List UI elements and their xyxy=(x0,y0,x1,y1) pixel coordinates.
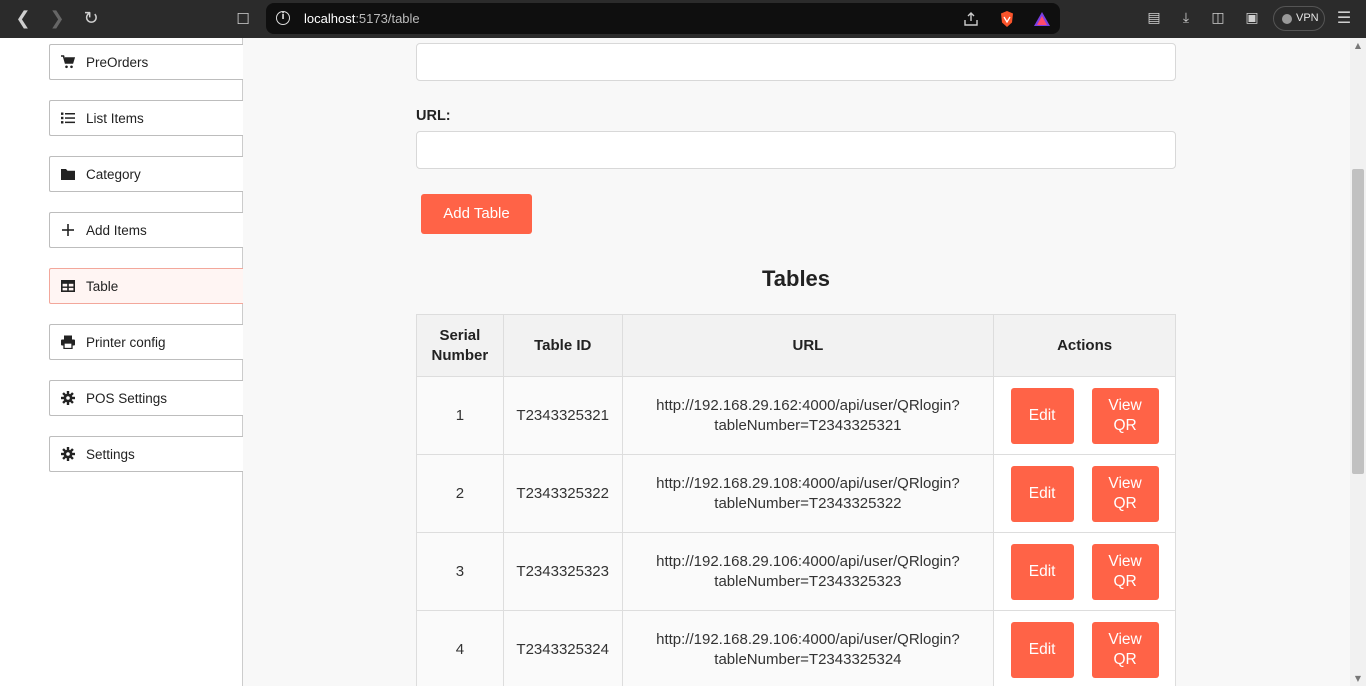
back-icon[interactable]: ❮ xyxy=(11,7,35,31)
sidebar-item-category[interactable]: Category xyxy=(49,156,243,192)
list-icon xyxy=(61,111,75,125)
sidebar-item-label: Category xyxy=(86,167,141,182)
download-icon[interactable]: ⤓ xyxy=(1177,9,1195,27)
url-cell: http://192.168.29.162:4000/api/user/QRlo… xyxy=(621,376,995,455)
main-content: URL: Add Table Tables Serial Number Tabl… xyxy=(243,38,1350,686)
tables-table: Serial Number Table ID URL Actions 1 T23… xyxy=(416,314,1176,686)
header-table-id: Table ID xyxy=(502,314,623,377)
site-info-icon[interactable]: i xyxy=(276,11,290,25)
edit-button[interactable]: Edit xyxy=(1010,621,1074,678)
serial-cell: 1 xyxy=(416,376,504,455)
scroll-down-icon[interactable]: ▼ xyxy=(1353,674,1363,684)
brave-rewards-icon[interactable] xyxy=(1033,10,1051,28)
url-input[interactable] xyxy=(416,131,1176,169)
forward-icon[interactable]: ❯ xyxy=(45,7,69,31)
reload-icon[interactable]: ↻ xyxy=(79,7,103,31)
serial-cell: 4 xyxy=(416,610,504,686)
url-text[interactable]: localhost:5173/table xyxy=(304,11,420,26)
serial-cell: 2 xyxy=(416,454,504,533)
vpn-status-icon xyxy=(1282,14,1292,24)
sidebar-item-label: Table xyxy=(86,279,119,294)
view-qr-button[interactable]: View QR xyxy=(1091,465,1159,522)
actions-cell: Edit View QR xyxy=(993,376,1176,455)
sidebar-item-list-items[interactable]: List Items xyxy=(49,100,243,136)
url-line: http://192.168.29.162:4000/api/user/QRlo… xyxy=(656,396,960,414)
wallet-icon[interactable]: ▣ xyxy=(1243,9,1261,27)
address-bar[interactable]: i localhost:5173/table xyxy=(266,3,1060,34)
sidebar-item-label: List Items xyxy=(86,111,144,126)
table-id-cell: T2343325323 xyxy=(502,532,623,611)
edit-button[interactable]: Edit xyxy=(1010,465,1074,522)
actions-cell: Edit View QR xyxy=(993,454,1176,533)
tables-title: Tables xyxy=(761,266,831,291)
view-qr-button[interactable]: View QR xyxy=(1091,387,1159,444)
table-row: 3 T2343325323 http://192.168.29.106:4000… xyxy=(416,532,1176,611)
vpn-button[interactable]: VPN xyxy=(1273,6,1325,31)
url-line: http://192.168.29.106:4000/api/user/QRlo… xyxy=(656,552,960,570)
gear-icon xyxy=(61,391,75,405)
header-actions: Actions xyxy=(993,314,1176,377)
sidebar-item-label: Printer config xyxy=(86,335,166,350)
serial-cell: 3 xyxy=(416,532,504,611)
table-header-row: Serial Number Table ID URL Actions xyxy=(416,314,1176,377)
sidebar-item-printer-config[interactable]: Printer config xyxy=(49,324,243,360)
sidebar-item-label: Settings xyxy=(86,447,135,462)
url-line: tableNumber=T2343325323 xyxy=(714,572,902,590)
table-row: 4 T2343325324 http://192.168.29.106:4000… xyxy=(416,610,1176,686)
url-line: tableNumber=T2343325321 xyxy=(714,416,902,434)
view-qr-button[interactable]: View QR xyxy=(1091,543,1159,600)
extensions-icon[interactable]: ▤ xyxy=(1145,9,1163,27)
sidebar-item-settings[interactable]: Settings xyxy=(49,436,243,472)
sidebar: PreOrders List Items Category Add Items … xyxy=(0,38,243,686)
share-icon[interactable] xyxy=(962,10,980,28)
sidebar-item-pos-settings[interactable]: POS Settings xyxy=(49,380,243,416)
actions-cell: Edit View QR xyxy=(993,610,1176,686)
sidebar-item-label: PreOrders xyxy=(86,55,149,70)
sidebar-item-label: POS Settings xyxy=(86,391,168,406)
sidebar-item-label: Add Items xyxy=(86,223,147,238)
url-line: http://192.168.29.108:4000/api/user/QRlo… xyxy=(656,474,960,492)
table-id-cell: T2343325322 xyxy=(502,454,623,533)
brave-shield-icon[interactable] xyxy=(998,10,1016,28)
sidebar-item-add-items[interactable]: Add Items xyxy=(49,212,243,248)
bookmark-icon[interactable]: ☐ xyxy=(231,7,255,31)
table-id-input[interactable] xyxy=(416,43,1176,81)
add-table-button[interactable]: Add Table xyxy=(421,194,532,234)
url-cell: http://192.168.29.106:4000/api/user/QRlo… xyxy=(621,532,995,611)
header-serial-number: Serial Number xyxy=(416,314,504,377)
url-cell: http://192.168.29.108:4000/api/user/QRlo… xyxy=(621,454,995,533)
sidebar-toggle-icon[interactable]: ◫ xyxy=(1209,9,1227,27)
gear-icon xyxy=(61,447,75,461)
edit-button[interactable]: Edit xyxy=(1010,387,1074,444)
scrollbar-thumb[interactable] xyxy=(1352,169,1364,474)
actions-cell: Edit View QR xyxy=(993,532,1176,611)
cart-icon xyxy=(61,55,75,69)
table-id-cell: T2343325321 xyxy=(502,376,623,455)
table-id-cell: T2343325324 xyxy=(502,610,623,686)
table-icon xyxy=(61,279,75,293)
browser-toolbar: ❮ ❯ ↻ ☐ i localhost:5173/table ▤ ⤓ ◫ ▣ V… xyxy=(0,0,1366,38)
plus-icon xyxy=(61,223,75,237)
url-cell: http://192.168.29.106:4000/api/user/QRlo… xyxy=(621,610,995,686)
header-url: URL xyxy=(621,314,995,377)
sidebar-item-preorders[interactable]: PreOrders xyxy=(49,44,243,80)
table-row: 1 T2343325321 http://192.168.29.162:4000… xyxy=(416,376,1176,455)
view-qr-button[interactable]: View QR xyxy=(1091,621,1159,678)
url-label: URL: xyxy=(416,108,451,124)
edit-button[interactable]: Edit xyxy=(1010,543,1074,600)
url-line: tableNumber=T2343325322 xyxy=(714,494,902,512)
folder-icon xyxy=(61,167,75,181)
sidebar-item-table[interactable]: Table xyxy=(49,268,243,304)
url-line: http://192.168.29.106:4000/api/user/QRlo… xyxy=(656,630,960,648)
scroll-up-icon[interactable]: ▲ xyxy=(1353,41,1363,51)
table-row: 2 T2343325322 http://192.168.29.108:4000… xyxy=(416,454,1176,533)
url-line: tableNumber=T2343325324 xyxy=(714,650,902,668)
menu-icon[interactable]: ☰ xyxy=(1335,9,1353,27)
printer-icon xyxy=(61,335,75,349)
